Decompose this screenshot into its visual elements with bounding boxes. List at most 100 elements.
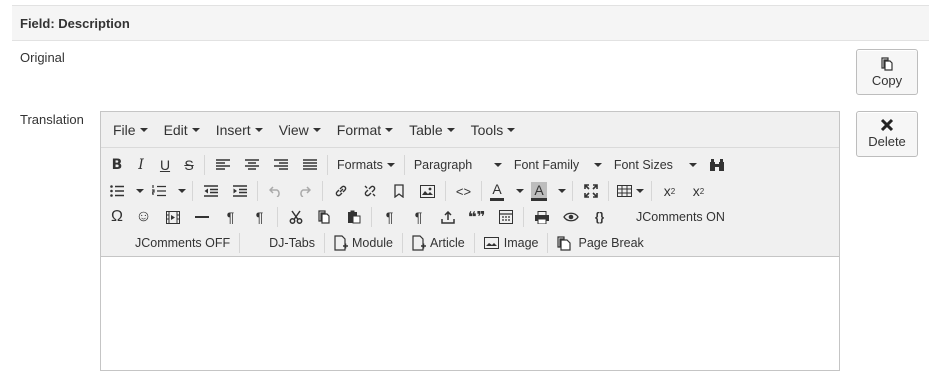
dj-tabs-button[interactable]: DJ-Tabs (243, 231, 321, 255)
numbered-list-button[interactable] (147, 179, 171, 203)
undo-button[interactable] (261, 179, 290, 203)
jcomments-on-button[interactable]: JComments ON (614, 205, 731, 229)
strikethrough-button[interactable]: S (177, 153, 201, 177)
copy-button[interactable]: Copy (856, 49, 918, 95)
editor-toolbar: B I U S Formats Paragraph Font Family Fo… (101, 148, 839, 257)
field-header: Field: Description (12, 5, 929, 41)
link-icon (335, 185, 346, 197)
text-color-options[interactable] (509, 179, 527, 203)
underline-button[interactable]: U (153, 153, 177, 177)
separator (608, 181, 609, 201)
paragraph-dropdown[interactable]: Paragraph (408, 153, 508, 177)
find-replace-button[interactable] (703, 153, 732, 177)
paragraph-rtl-icon: ¶ (255, 209, 264, 225)
translation-editor: File Edit Insert View Format Table Tools… (100, 111, 840, 371)
text-color-button[interactable]: A (485, 179, 509, 203)
font-family-dropdown[interactable]: Font Family (508, 153, 608, 177)
bold-button[interactable]: B (105, 153, 129, 177)
insert-image-button[interactable] (413, 179, 442, 203)
toolbar-row-1: B I U S Formats Paragraph Font Family Fo… (105, 152, 839, 178)
superscript-button[interactable]: x2 (684, 179, 713, 203)
separator (277, 207, 278, 227)
bullet-list-button[interactable] (105, 179, 129, 203)
align-left-button[interactable] (208, 153, 237, 177)
table-button[interactable] (612, 179, 648, 203)
copy-icon (857, 55, 917, 73)
menu-edit[interactable]: Edit (156, 117, 208, 143)
bullet-list-options[interactable] (129, 179, 147, 203)
chevron-down-icon (178, 189, 186, 193)
indent-button[interactable] (225, 179, 254, 203)
cut-button[interactable] (281, 205, 310, 229)
ltr-button[interactable]: ¶ (216, 205, 245, 229)
numbered-list-options[interactable] (171, 179, 189, 203)
outdent-button[interactable] (196, 179, 225, 203)
fullscreen-button[interactable] (576, 179, 605, 203)
blockquote-button[interactable]: ❝❞ (462, 205, 491, 229)
formats-dropdown[interactable]: Formats (331, 153, 401, 177)
eye-icon (562, 212, 579, 222)
article-button[interactable]: Article (406, 231, 471, 255)
preview-button[interactable] (556, 205, 585, 229)
menu-file[interactable]: File (105, 117, 156, 143)
horizontal-rule-button[interactable] (187, 205, 216, 229)
source-code-button[interactable]: <> (449, 179, 478, 203)
align-center-icon (244, 159, 259, 170)
visual-chars-button[interactable]: ¶ (404, 205, 433, 229)
close-icon (857, 116, 917, 134)
delete-button[interactable]: Delete (856, 111, 918, 157)
background-color-button[interactable]: A (527, 179, 551, 203)
menu-insert[interactable]: Insert (208, 117, 271, 143)
editor-menubar: File Edit Insert View Format Table Tools (101, 112, 839, 148)
separator (192, 181, 193, 201)
copy-format-button[interactable] (310, 205, 339, 229)
insert-link-button[interactable] (326, 179, 355, 203)
editor-content-area[interactable] (101, 257, 839, 367)
chevron-down-icon (493, 163, 502, 167)
module-button[interactable]: Module (328, 231, 399, 255)
separator (327, 155, 328, 175)
cut-icon (289, 210, 302, 224)
insert-datetime-button[interactable] (491, 205, 520, 229)
table-icon (616, 185, 632, 197)
fullscreen-icon (583, 184, 598, 198)
emoticons-button[interactable]: ☺ (129, 205, 158, 229)
separator (371, 207, 372, 227)
background-color-options[interactable] (551, 179, 569, 203)
menu-format[interactable]: Format (329, 117, 401, 143)
rtl-button[interactable]: ¶ (245, 205, 274, 229)
menu-tools[interactable]: Tools (463, 117, 524, 143)
align-justify-button[interactable] (295, 153, 324, 177)
image-button[interactable]: Image (478, 231, 545, 255)
separator (473, 233, 475, 253)
print-button[interactable] (527, 205, 556, 229)
special-character-button[interactable]: Ω (105, 205, 129, 229)
redo-button[interactable] (290, 179, 319, 203)
align-center-button[interactable] (237, 153, 266, 177)
align-right-button[interactable] (266, 153, 295, 177)
chevron-down-icon (136, 189, 144, 193)
bullet-list-icon (110, 185, 124, 197)
calendar-icon (498, 210, 513, 224)
page-break-button[interactable]: Page Break (551, 231, 649, 255)
chevron-down-icon (558, 189, 566, 193)
chevron-down-icon (688, 163, 697, 167)
menu-view[interactable]: View (271, 117, 329, 143)
paste-button[interactable] (339, 205, 368, 229)
font-sizes-dropdown[interactable]: Font Sizes (608, 153, 703, 177)
media-icon (165, 210, 180, 224)
insert-template-button[interactable] (433, 205, 462, 229)
menu-table[interactable]: Table (401, 117, 462, 143)
italic-button[interactable]: I (129, 153, 153, 177)
subscript-button[interactable]: x2 (655, 179, 684, 203)
code-sample-button[interactable]: {} (585, 205, 614, 229)
separator (257, 181, 258, 201)
unlink-button[interactable] (355, 179, 384, 203)
redo-icon (300, 185, 311, 197)
show-blocks-button[interactable]: ¶ (375, 205, 404, 229)
separator (523, 207, 524, 227)
anchor-button[interactable] (384, 179, 413, 203)
text-color-icon: A (492, 180, 502, 197)
jcomments-off-button[interactable]: JComments OFF (105, 231, 236, 255)
insert-media-button[interactable] (158, 205, 187, 229)
